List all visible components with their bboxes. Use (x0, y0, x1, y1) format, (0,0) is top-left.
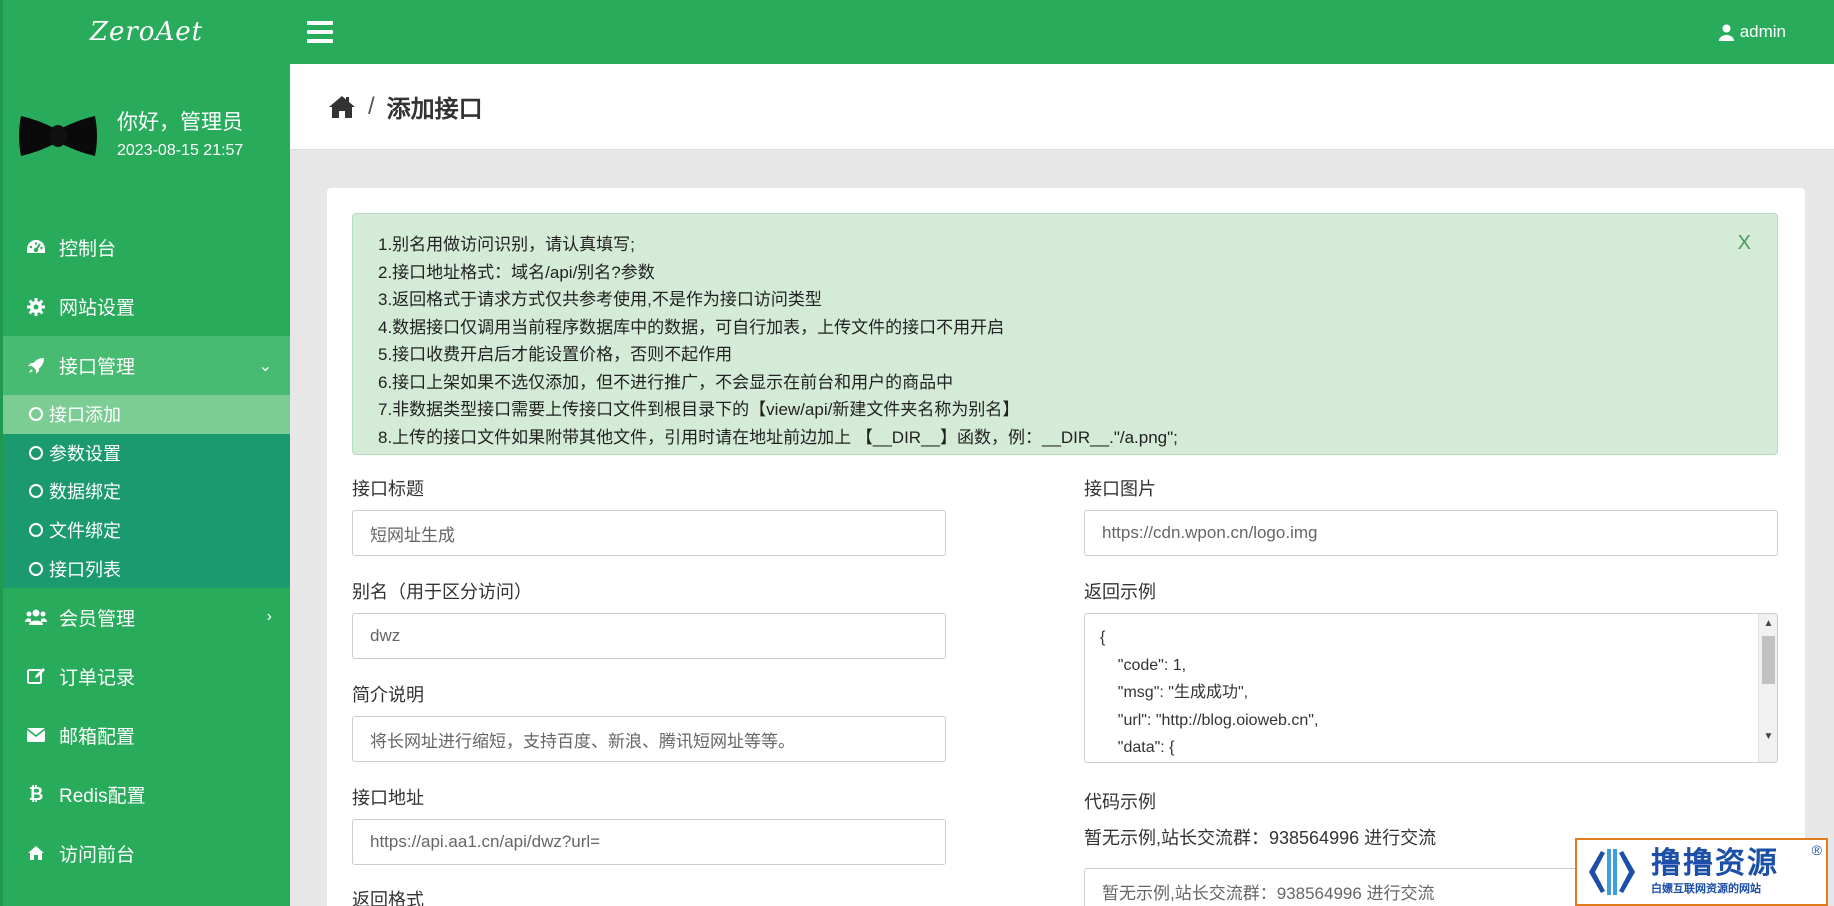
sidebar-item-site-settings[interactable]: 网站设置 (3, 277, 290, 336)
api-submenu: 接口添加 参数设置 数据绑定 文件绑定 接口列表 (3, 395, 290, 588)
submenu-item-label: 接口列表 (49, 559, 121, 580)
image-url-input[interactable]: https://cdn.wpon.cn/logo.img (1084, 510, 1778, 556)
submenu-item-label: 数据绑定 (49, 482, 121, 503)
submenu-item-parameter-settings[interactable]: 参数设置 (3, 434, 290, 473)
form-card: 1.别名用做访问识别，请认真填写; 2.接口地址格式：域名/api/别名?参数 … (327, 188, 1805, 906)
sidebar-item-mail-config[interactable]: 邮箱配置 (3, 706, 290, 765)
user-icon (1718, 24, 1734, 41)
submenu-item-label: 参数设置 (49, 443, 121, 464)
edit-icon (25, 665, 47, 687)
alias-label: 别名（用于区分访问） (352, 582, 532, 602)
alert-line: 6.接口上架如果不选仅添加，但不进行推广，不会显示在前台和用户的商品中 (378, 372, 954, 392)
scroll-down-icon[interactable]: ▼ (1759, 731, 1777, 742)
registered-mark: ® (1811, 842, 1822, 858)
return-format-label: 返回格式 (352, 890, 424, 906)
submenu-item-file-binding[interactable]: 文件绑定 (3, 511, 290, 550)
description-label: 简介说明 (352, 685, 424, 705)
circle-icon (29, 523, 43, 538)
alert-line: 4.数据接口仅调用当前程序数据库中的数据，可自行加表，上传文件的接口不用开启 (378, 317, 1005, 337)
submenu-item-label: 文件绑定 (49, 521, 121, 542)
sidebar-item-member-management[interactable]: 会员管理 › (3, 588, 290, 647)
return-example-label: 返回示例 (1084, 582, 1156, 602)
rocket-icon (25, 355, 47, 377)
submenu-item-label: 接口添加 (49, 405, 121, 426)
sidebar-item-dashboard[interactable]: 控制台 (3, 218, 290, 277)
submenu-item-data-binding[interactable]: 数据绑定 (3, 472, 290, 511)
watermark-subtitle: 白嫖互联网资源的网站 (1651, 883, 1761, 895)
code-line: "code": 1, (1100, 656, 1187, 674)
sidebar-item-label: 订单记录 (59, 667, 136, 689)
login-datetime: 2023-08-15 21:57 (117, 142, 244, 159)
title-input[interactable]: 短网址生成 (352, 510, 946, 556)
alert-line: 1.别名用做访问识别，请认真填写; (378, 235, 635, 254)
avatar (19, 116, 97, 156)
bitcoin-icon: ₿ (28, 783, 44, 804)
alert-line: 2.接口地址格式：域名/api/别名?参数 (378, 262, 655, 282)
greeting-text: 你好，管理员 (117, 111, 243, 134)
brand-logo[interactable]: ZeroAet (3, 0, 290, 64)
sidebar-item-redis-config[interactable]: ₿ Redis配置 (3, 765, 290, 824)
page-title: 添加接口 (386, 96, 483, 123)
sidebar-item-label: 邮箱配置 (59, 726, 136, 748)
watermark-emblem (1581, 841, 1643, 903)
code-line: "msg": "生成成功", (1100, 684, 1249, 702)
user-menu[interactable]: admin (1718, 0, 1786, 64)
return-example-textarea[interactable]: { "code": 1, "msg": "生成成功", "url": "http… (1084, 613, 1778, 763)
alert-close-button[interactable]: X (1738, 232, 1751, 255)
home-icon[interactable] (328, 95, 356, 119)
chevron-right-icon: › (266, 608, 272, 626)
gear-icon (25, 296, 47, 318)
sidebar-item-api-management[interactable]: 接口管理 ⌄ (3, 336, 290, 395)
circle-icon (29, 445, 43, 460)
user-profile: 你好，管理员 2023-08-15 21:57 (19, 108, 243, 164)
alias-input[interactable]: dwz (352, 613, 946, 659)
code-line: "url": "http://blog.oioweb.cn", (1100, 711, 1319, 729)
scroll-up-icon[interactable]: ▲ (1759, 618, 1777, 629)
sidebar-item-order-records[interactable]: 订单记录 (3, 647, 290, 706)
sidebar-item-label: Redis配置 (59, 785, 146, 807)
breadcrumb-separator: / (368, 92, 375, 120)
sidebar-nav: 控制台 网站设置 接口管理 ⌄ 接口添加 参数设置 数据绑定 文件绑定 接口列表… (3, 218, 290, 883)
sidebar-item-visit-frontend[interactable]: 访问前台 (3, 824, 290, 883)
home-icon (25, 842, 47, 864)
title-label: 接口标题 (352, 479, 424, 499)
sidebar-item-label: 网站设置 (59, 298, 136, 319)
circle-icon (29, 407, 43, 422)
alert-line: 8.上传的接口文件如果附带其他文件，引用时请在地址前边加上 【__DIR__】函… (378, 427, 1178, 447)
menu-toggle-icon[interactable] (307, 21, 333, 43)
description-input[interactable]: 将长网址进行缩短，支持百度、新浪、腾讯短网址等等。 (352, 716, 946, 762)
breadcrumb: / 添加接口 (290, 64, 1834, 150)
circle-icon (29, 484, 43, 499)
circle-icon (29, 561, 43, 576)
watermark-logo: 撸撸资源 白嫖互联网资源的网站 ® (1575, 838, 1828, 906)
sidebar-item-label: 接口管理 (59, 357, 136, 378)
envelope-icon (25, 724, 47, 746)
submenu-item-api-list[interactable]: 接口列表 (3, 549, 290, 588)
chevron-down-icon: ⌄ (258, 357, 272, 375)
username: admin (1739, 22, 1786, 41)
code-line: { (1100, 629, 1106, 646)
textarea-scrollbar[interactable]: ▲ ▼ (1758, 614, 1777, 762)
alert-line: 5.接口收费开启后才能设置价格，否则不起作用 (378, 345, 733, 364)
top-navbar: admin (290, 0, 1834, 64)
image-label: 接口图片 (1084, 479, 1156, 499)
sidebar: ZeroAet 你好，管理员 2023-08-15 21:57 控制台 网站设置 (0, 0, 290, 906)
sidebar-item-label: 访问前台 (59, 844, 136, 866)
sidebar-item-label: 控制台 (59, 239, 117, 260)
alert-line: 3.返回格式于请求方式仅共参考使用,不是作为接口访问类型 (378, 290, 822, 309)
alert-line: 7.非数据类型接口需要上传接口文件到根目录下的【view/api/新建文件夹名称… (378, 400, 1020, 419)
scroll-thumb[interactable] (1762, 636, 1775, 684)
submenu-item-add-api[interactable]: 接口添加 (3, 395, 290, 434)
code-example-text: 暂无示例,站长交流群：938564996 进行交流 (1084, 828, 1437, 848)
watermark-title: 撸撸资源 (1651, 847, 1779, 880)
api-url-label: 接口地址 (352, 788, 424, 808)
dashboard-icon (25, 237, 47, 259)
api-url-input[interactable]: https://api.aa1.cn/api/dwz?url= (352, 819, 946, 865)
info-alert: 1.别名用做访问识别，请认真填写; 2.接口地址格式：域名/api/别名?参数 … (352, 213, 1778, 455)
code-example-label: 代码示例 (1084, 792, 1156, 812)
code-line: "data": { (1100, 739, 1175, 757)
users-icon (25, 606, 47, 628)
sidebar-item-label: 会员管理 (59, 608, 136, 630)
